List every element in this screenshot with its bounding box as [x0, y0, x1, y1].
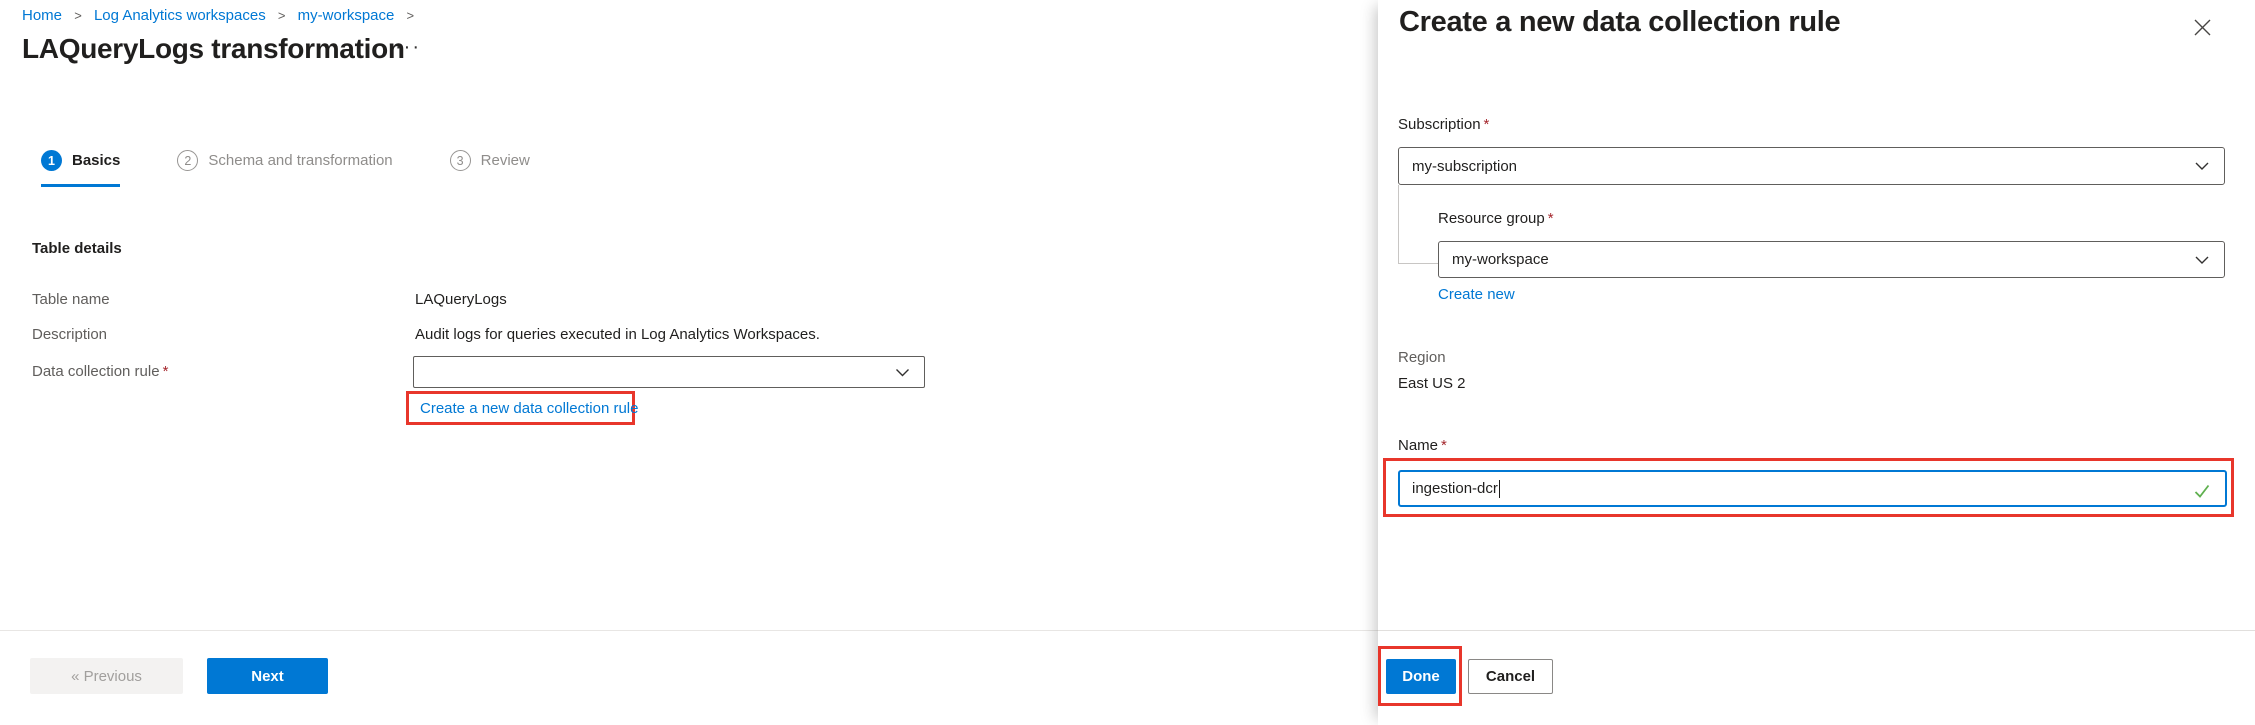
resource-group-dropdown[interactable]: my-workspace [1438, 241, 2225, 278]
done-button[interactable]: Done [1386, 659, 1456, 694]
breadcrumb: Home > Log Analytics workspaces > my-wor… [22, 7, 422, 24]
description-label: Description [32, 326, 107, 343]
breadcrumb-separator: > [407, 8, 415, 23]
name-label: Name* [1398, 437, 1447, 454]
region-value: East US 2 [1398, 375, 1466, 392]
cancel-button[interactable]: Cancel [1468, 659, 1553, 694]
close-icon[interactable] [2188, 13, 2216, 41]
required-asterisk: * [1548, 210, 1554, 227]
region-label: Region [1398, 349, 1446, 366]
chevron-down-icon [894, 364, 911, 381]
breadcrumb-separator: > [74, 8, 82, 23]
required-asterisk: * [1441, 437, 1447, 454]
next-button[interactable]: Next [207, 658, 328, 694]
resource-group-label: Resource group* [1438, 210, 1554, 227]
data-collection-rule-label: Data collection rule* [32, 363, 168, 380]
step-3-badge: 3 [450, 150, 471, 171]
chevron-down-icon [2193, 157, 2211, 175]
indent-connector-vertical [1398, 185, 1399, 263]
description-value: Audit logs for queries executed in Log A… [415, 326, 820, 343]
footer-divider [0, 630, 1378, 631]
indent-connector-horizontal [1398, 263, 1438, 264]
wizard-steps: 1 Basics 2 Schema and transformation 3 R… [41, 150, 530, 187]
dcr-name-input-value: ingestion-dcr [1400, 480, 1498, 497]
text-cursor [1499, 480, 1501, 498]
breadcrumb-log-analytics-workspaces[interactable]: Log Analytics workspaces [94, 7, 266, 24]
page-title: LAQueryLogs transformation [22, 33, 405, 65]
resource-group-dropdown-value: my-workspace [1439, 251, 2193, 268]
breadcrumb-separator: > [278, 8, 286, 23]
wizard-page: Home > Log Analytics workspaces > my-wor… [0, 0, 1378, 725]
tab-review[interactable]: 3 Review [450, 150, 530, 187]
tab-review-label: Review [481, 152, 530, 169]
create-dcr-link[interactable]: Create a new data collection rule [420, 400, 638, 417]
tab-schema-and-transformation[interactable]: 2 Schema and transformation [177, 150, 392, 187]
table-name-label: Table name [32, 291, 110, 308]
chevron-down-icon [2193, 251, 2211, 269]
screen: Home > Log Analytics workspaces > my-wor… [0, 0, 2255, 725]
breadcrumb-home[interactable]: Home [22, 7, 62, 24]
data-collection-rule-dropdown[interactable] [413, 356, 925, 388]
section-title-table-details: Table details [32, 240, 122, 257]
breadcrumb-my-workspace[interactable]: my-workspace [298, 7, 395, 24]
subscription-dropdown[interactable]: my-subscription [1398, 147, 2225, 185]
more-actions-button[interactable]: ··· [395, 36, 421, 59]
dcr-name-input[interactable]: ingestion-dcr [1398, 470, 2227, 507]
panel-footer-divider [1378, 630, 2255, 631]
subscription-dropdown-value: my-subscription [1399, 158, 2193, 175]
table-name-value: LAQueryLogs [415, 291, 507, 308]
create-dcr-panel: Create a new data collection rule Subscr… [1378, 0, 2255, 725]
required-asterisk: * [163, 363, 169, 380]
step-1-badge: 1 [41, 150, 62, 171]
required-asterisk: * [1484, 116, 1490, 133]
tab-basics-label: Basics [72, 152, 120, 169]
create-new-resource-group-link[interactable]: Create new [1438, 286, 1515, 303]
check-icon [2192, 481, 2212, 501]
panel-title: Create a new data collection rule [1399, 6, 1840, 39]
tab-basics[interactable]: 1 Basics [41, 150, 120, 187]
previous-button[interactable]: « Previous [30, 658, 183, 694]
subscription-label: Subscription* [1398, 116, 1489, 133]
annotation-box-create-dcr: Create a new data collection rule [406, 391, 635, 425]
step-2-badge: 2 [177, 150, 198, 171]
tab-schema-label: Schema and transformation [208, 152, 392, 169]
